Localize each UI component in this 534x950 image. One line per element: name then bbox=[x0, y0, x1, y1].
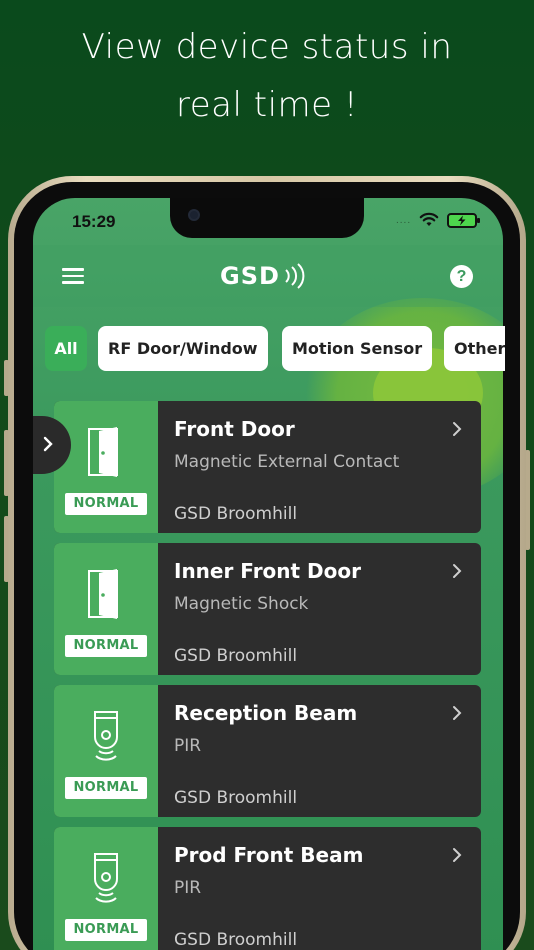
status-badge: NORMAL bbox=[65, 919, 147, 941]
logo-text: GSD bbox=[220, 262, 280, 290]
device-card[interactable]: NORMAL Front Door Magnetic External Cont… bbox=[54, 401, 481, 533]
status-time: 15:29 bbox=[72, 212, 116, 231]
device-name: Inner Front Door bbox=[174, 559, 362, 583]
device-card[interactable]: NORMAL Reception Beam PIR GSD Broomhill bbox=[54, 685, 481, 817]
door-icon bbox=[88, 569, 118, 619]
filter-chip-motion-sensor[interactable]: Motion Sensor bbox=[282, 326, 433, 371]
help-button[interactable]: ? bbox=[450, 265, 473, 288]
device-location: GSD Broomhill bbox=[174, 930, 298, 950]
device-name: Front Door bbox=[174, 417, 295, 441]
signal-dots: .... bbox=[396, 214, 412, 226]
device-status-panel: NORMAL bbox=[54, 685, 158, 817]
chevron-right-icon bbox=[43, 436, 53, 452]
chevron-right-icon bbox=[453, 848, 462, 862]
device-status-panel: NORMAL bbox=[54, 401, 158, 533]
front-camera-icon bbox=[188, 209, 200, 221]
device-location: GSD Broomhill bbox=[174, 504, 298, 524]
hamburger-icon[interactable] bbox=[62, 268, 84, 284]
device-type: Magnetic Shock bbox=[174, 594, 309, 614]
pir-sensor-icon bbox=[94, 853, 118, 903]
battery-charging-icon bbox=[447, 212, 481, 228]
device-type: Magnetic External Contact bbox=[174, 452, 400, 472]
device-status-panel: NORMAL bbox=[54, 543, 158, 675]
door-icon bbox=[88, 427, 118, 477]
device-card[interactable]: NORMAL Inner Front Door Magnetic Shock G… bbox=[54, 543, 481, 675]
filter-chip-other[interactable]: Other bbox=[444, 326, 505, 371]
device-name: Prod Front Beam bbox=[174, 843, 364, 867]
device-status-panel: NORMAL bbox=[54, 827, 158, 950]
device-info: Inner Front Door Magnetic Shock GSD Broo… bbox=[158, 543, 481, 675]
device-type: PIR bbox=[174, 736, 202, 756]
device-info: Reception Beam PIR GSD Broomhill bbox=[158, 685, 481, 817]
chevron-right-icon bbox=[453, 706, 462, 720]
device-name: Reception Beam bbox=[174, 701, 358, 725]
signal-waves-icon bbox=[285, 263, 305, 289]
promo-line-2: real time ! bbox=[176, 85, 358, 125]
device-info: Prod Front Beam PIR GSD Broomhill bbox=[158, 827, 481, 950]
promo-line-1: View device status in bbox=[81, 27, 453, 67]
filter-chips: All RF Door/Window Motion Sensor Other bbox=[45, 326, 505, 371]
pir-sensor-icon bbox=[94, 711, 118, 761]
chevron-right-icon bbox=[453, 422, 462, 436]
promo-headline: View device status in real time ! bbox=[0, 18, 534, 134]
device-type: PIR bbox=[174, 878, 202, 898]
status-badge: NORMAL bbox=[65, 493, 147, 515]
device-card[interactable]: NORMAL Prod Front Beam PIR GSD Broomhill bbox=[54, 827, 481, 950]
filter-chip-rf-door-window[interactable]: RF Door/Window bbox=[98, 326, 268, 371]
bolt-icon bbox=[458, 215, 466, 225]
filter-chip-all[interactable]: All bbox=[45, 326, 87, 371]
status-badge: NORMAL bbox=[65, 777, 147, 799]
status-icons: .... bbox=[396, 212, 481, 228]
gsd-logo: GSD bbox=[220, 262, 308, 290]
wifi-icon bbox=[419, 212, 439, 226]
chevron-right-icon bbox=[453, 564, 462, 578]
device-location: GSD Broomhill bbox=[174, 646, 298, 666]
device-info: Front Door Magnetic External Contact GSD… bbox=[158, 401, 481, 533]
device-location: GSD Broomhill bbox=[174, 788, 298, 808]
status-badge: NORMAL bbox=[65, 635, 147, 657]
